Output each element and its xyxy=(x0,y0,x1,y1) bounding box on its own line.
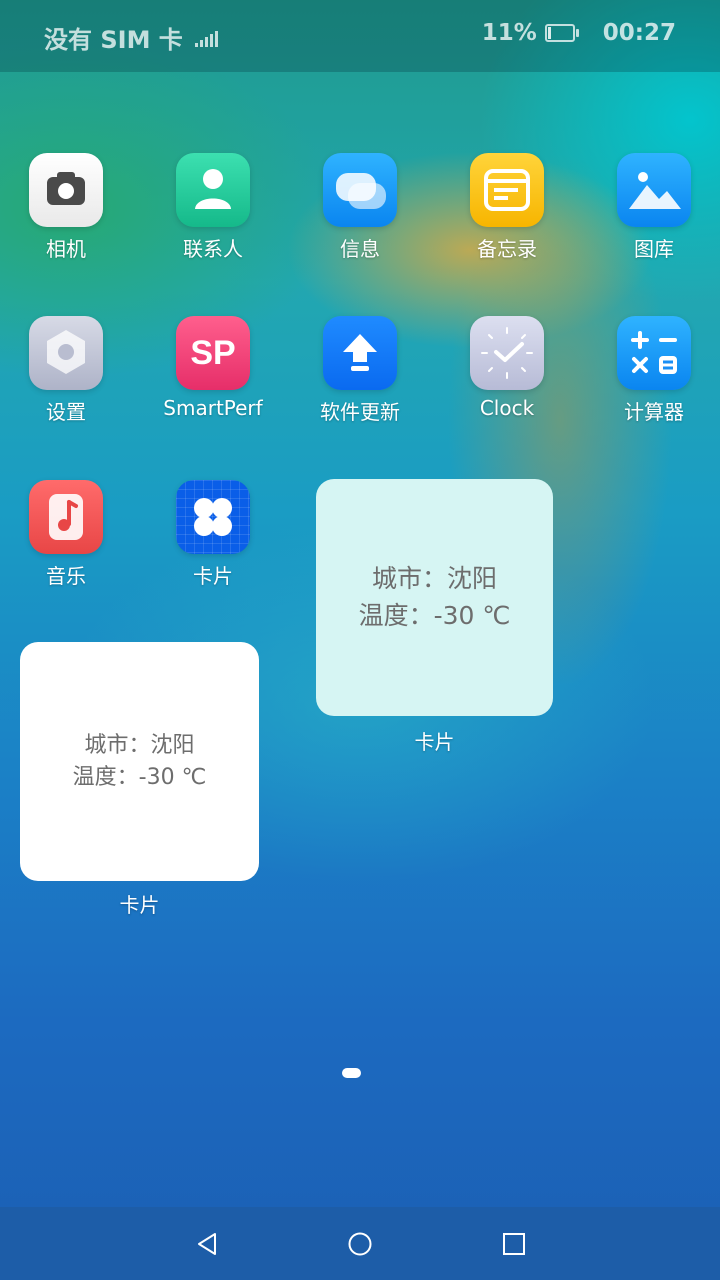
recents-icon xyxy=(503,1233,525,1255)
carrier-text: 没有 SIM 卡 xyxy=(44,26,183,54)
widget-caption: 卡片 xyxy=(119,893,160,917)
home-icon xyxy=(348,1232,372,1256)
app-label: Clock xyxy=(479,396,535,420)
widget-temperature: 温度：-30 ℃ xyxy=(358,600,511,630)
status-bar: 没有 SIM 卡 11% 00:27 xyxy=(0,0,720,72)
app-notes[interactable]: 备忘录 xyxy=(442,153,572,262)
widget-city: 城市：沈阳 xyxy=(84,732,195,758)
page-indicator xyxy=(342,1068,361,1078)
settings-icon xyxy=(29,316,103,390)
app-settings[interactable]: 设置 xyxy=(1,316,131,425)
messages-icon xyxy=(323,153,397,227)
app-music[interactable]: 音乐 xyxy=(1,480,131,589)
app-label: 设置 xyxy=(46,400,86,424)
app-calculator[interactable]: 计算器 xyxy=(589,316,719,425)
cards-icon xyxy=(176,480,250,554)
music-icon xyxy=(29,480,103,554)
app-label: 联系人 xyxy=(183,237,243,261)
gallery-icon xyxy=(617,153,691,227)
app-label: 音乐 xyxy=(46,564,86,588)
signal-icon xyxy=(194,29,218,47)
software-update-icon xyxy=(323,316,397,390)
app-clock[interactable]: Clock xyxy=(442,316,572,420)
app-label: 卡片 xyxy=(193,564,233,588)
app-gallery[interactable]: 图库 xyxy=(589,153,719,262)
widget-city: 城市：沈阳 xyxy=(371,564,497,594)
app-label: SmartPerf xyxy=(163,396,263,420)
app-contacts[interactable]: 联系人 xyxy=(148,153,278,262)
app-software-update[interactable]: 软件更新 xyxy=(295,316,425,425)
notes-icon xyxy=(470,153,544,227)
weather-widget[interactable]: 城市：沈阳 温度：-30 ℃ xyxy=(316,479,553,716)
clock-icon xyxy=(470,316,544,390)
back-icon xyxy=(198,1233,216,1255)
widget-temperature: 温度：-30 ℃ xyxy=(72,764,207,790)
app-smartperf[interactable]: SP SmartPerf xyxy=(148,316,278,420)
battery-icon xyxy=(544,24,579,42)
widget-caption: 卡片 xyxy=(414,730,455,754)
app-label: 计算器 xyxy=(624,400,684,424)
home-screen: 没有 SIM 卡 11% 00:27 相机 联系人 信息 备忘录 图库 设置 S… xyxy=(0,0,720,1280)
navigation-bar xyxy=(0,1207,720,1280)
clock-time: 00:27 xyxy=(602,20,676,46)
calculator-icon xyxy=(617,316,691,390)
camera-icon xyxy=(29,153,103,227)
status-right: 11% 00:27 xyxy=(482,20,676,46)
app-label: 备忘录 xyxy=(477,237,537,261)
app-label: 相机 xyxy=(46,237,86,261)
smartperf-icon-text: SP xyxy=(190,333,236,372)
back-button[interactable] xyxy=(195,1231,221,1257)
app-label: 信息 xyxy=(340,237,380,261)
app-messages[interactable]: 信息 xyxy=(295,153,425,262)
battery-percent: 11% xyxy=(481,20,537,46)
home-button[interactable] xyxy=(347,1231,373,1257)
app-label: 图库 xyxy=(634,237,674,261)
app-camera[interactable]: 相机 xyxy=(1,153,131,262)
smartperf-icon: SP xyxy=(176,316,250,390)
status-left: 没有 SIM 卡 xyxy=(44,20,218,55)
contacts-icon xyxy=(176,153,250,227)
app-cards[interactable]: 卡片 xyxy=(148,480,278,589)
app-label: 软件更新 xyxy=(320,400,400,424)
weather-widget[interactable]: 城市：沈阳 温度：-30 ℃ xyxy=(20,642,259,881)
recents-button[interactable] xyxy=(501,1231,527,1257)
